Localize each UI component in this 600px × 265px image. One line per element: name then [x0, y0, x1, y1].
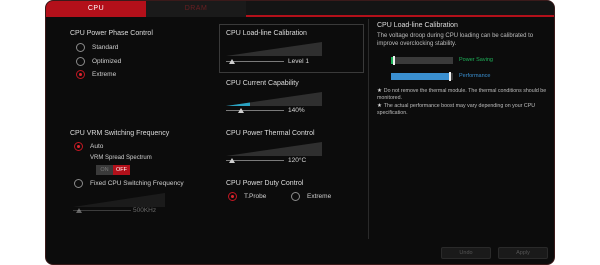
radio-icon[interactable]: [76, 42, 85, 52]
performance-fill: [391, 73, 450, 80]
duty-option-label: Extreme: [307, 192, 332, 200]
tab-cpu[interactable]: CPU: [46, 1, 146, 17]
tab-dram[interactable]: DRAM: [146, 1, 246, 17]
undo-button[interactable]: Undo: [441, 247, 491, 259]
vrm-spread-spectrum-label: VRM Spread Spectrum: [90, 155, 152, 161]
radio-icon[interactable]: [76, 56, 85, 66]
note-text: The actual performance boost may vary de…: [377, 103, 536, 116]
star-icon: ★: [377, 103, 382, 109]
loadline-title: CPU Load-line Calibration: [226, 30, 307, 37]
window-frame: CPU DRAM CPU Power Phase Control Standar…: [45, 0, 555, 265]
thermal-control-title: CPU Power Thermal Control: [226, 130, 315, 137]
info-panel: CPU Load-line Calibration The voltage dr…: [368, 19, 554, 239]
ramp-graphic: [226, 42, 322, 56]
thermal-control-ramp: [226, 142, 322, 156]
loadline-value: Level 1: [288, 58, 309, 65]
ramp-graphic: [226, 92, 322, 106]
star-icon: ★: [377, 88, 382, 94]
phase-option-label: Standard: [92, 43, 119, 51]
performance-label: Performance: [459, 73, 491, 79]
phase-option-label: Optimized: [92, 57, 122, 65]
current-capability-slider[interactable]: [226, 110, 284, 111]
loadline-ramp: [226, 42, 322, 56]
note-text: Do not remove the thermal module. The th…: [377, 88, 547, 101]
fixed-frequency-slider-thumb[interactable]: [75, 208, 82, 213]
duty-control-title: CPU Power Duty Control: [226, 180, 304, 187]
info-description: The voltage droop during CPU loading can…: [377, 33, 534, 47]
fixed-frequency-ramp: [73, 193, 165, 207]
phase-option-label: Extreme: [92, 70, 117, 78]
current-capability-value: 140%: [288, 107, 305, 114]
thermal-control-slider-thumb[interactable]: [228, 158, 235, 163]
duty-option-extreme[interactable]: Extreme: [291, 191, 331, 201]
duty-option-tprobe[interactable]: T.Probe: [228, 191, 266, 201]
power-saving-marker: [393, 56, 396, 65]
radio-selected-icon[interactable]: [228, 191, 237, 201]
power-saving-label: Power Saving: [459, 57, 493, 63]
vrm-frequency-title: CPU VRM Switching Frequency: [70, 130, 170, 137]
ramp-graphic: [73, 193, 165, 207]
performance-marker: [448, 72, 451, 81]
current-capability-slider-thumb[interactable]: [237, 108, 244, 113]
left-column: CPU Power Phase Control Standard Optimiz…: [46, 19, 216, 239]
radio-icon[interactable]: [74, 178, 83, 188]
radio-icon[interactable]: [291, 191, 300, 201]
loadline-slider-thumb[interactable]: [228, 59, 235, 64]
ramp-graphic: [226, 142, 322, 156]
phase-option-standard[interactable]: Standard: [76, 42, 118, 52]
apply-button[interactable]: Apply: [498, 247, 548, 259]
vrm-option-label: Auto: [90, 142, 104, 150]
info-note-thermal: ★ Do not remove the thermal module. The t…: [377, 88, 553, 102]
radio-selected-icon[interactable]: [74, 141, 83, 151]
toggle-off-option[interactable]: OFF: [113, 165, 130, 175]
info-title: CPU Load-line Calibration: [377, 22, 458, 29]
thermal-control-value: 120°C: [288, 157, 307, 164]
info-note-performance: ★ The actual performance boost may vary d…: [377, 103, 553, 117]
performance-bar: [391, 72, 453, 81]
fixed-frequency-value: 500KHz: [133, 207, 157, 214]
phase-option-extreme[interactable]: Extreme: [76, 69, 116, 79]
current-capability-title: CPU Current Capability: [226, 80, 299, 87]
vrm-option-auto[interactable]: Auto: [74, 141, 103, 151]
vrm-option-fixed[interactable]: Fixed CPU Switching Frequency: [74, 178, 184, 188]
vrm-spread-spectrum-toggle[interactable]: ON OFF: [96, 165, 130, 175]
radio-selected-icon[interactable]: [76, 69, 85, 79]
vrm-option-label: Fixed CPU Switching Frequency: [90, 179, 184, 187]
duty-option-label: T.Probe: [244, 192, 267, 200]
power-saving-bar: [391, 56, 453, 65]
tab-bar: CPU DRAM: [46, 1, 554, 17]
middle-column: CPU Load-line Calibration Level 1 CPU Cu…: [216, 19, 366, 239]
phase-control-title: CPU Power Phase Control: [70, 30, 153, 37]
current-capability-ramp: [226, 92, 322, 106]
phase-option-optimized[interactable]: Optimized: [76, 56, 121, 66]
toggle-on-option[interactable]: ON: [96, 165, 113, 175]
